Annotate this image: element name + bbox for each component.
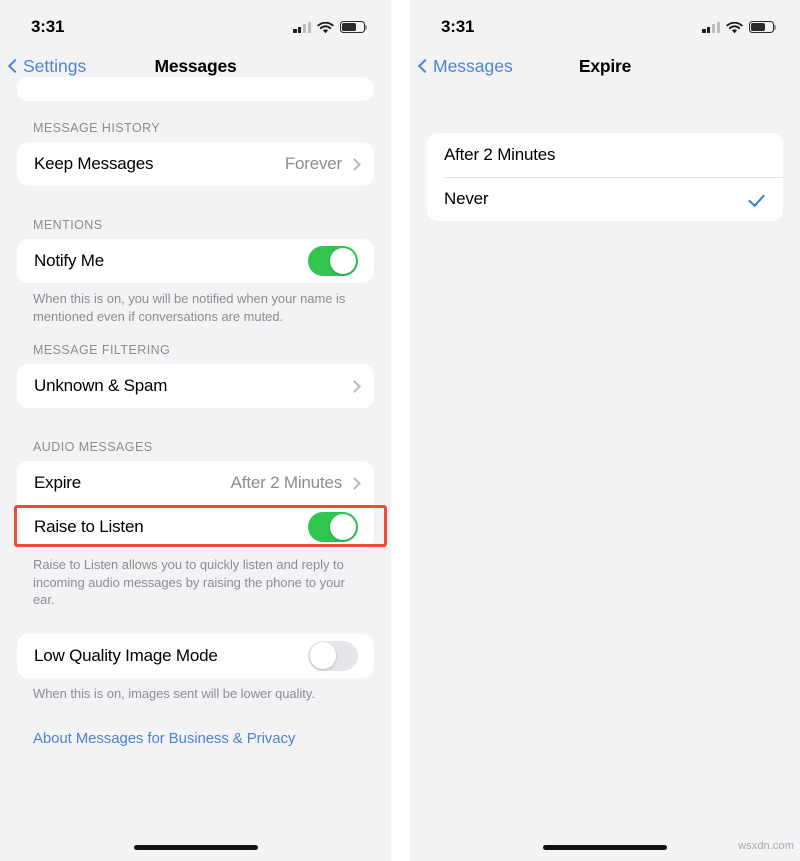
- settings-scroll-content[interactable]: MESSAGE HISTORY Keep Messages Forever ME…: [0, 77, 391, 861]
- row-label: Unknown & Spam: [34, 376, 168, 395]
- section-header-audio-messages: AUDIO MESSAGES: [33, 440, 153, 454]
- about-messages-for-business-link[interactable]: About Messages for Business & Privacy: [0, 730, 391, 747]
- card-expire-options: After 2 Minutes Never: [427, 133, 783, 221]
- row-notify-me[interactable]: Notify Me: [17, 239, 374, 283]
- status-icons: [702, 20, 777, 34]
- wifi-icon: [726, 21, 743, 34]
- card-message-filtering: Unknown & Spam: [17, 364, 374, 408]
- footnote-mentions: When this is on, you will be notified wh…: [33, 291, 346, 324]
- status-time: 3:31: [31, 17, 65, 36]
- clipped-card-above: [17, 77, 374, 101]
- card-audio-messages: Expire After 2 Minutes Raise to Listen: [17, 461, 374, 549]
- chevron-left-icon: [419, 58, 429, 75]
- card-message-history: Keep Messages Forever: [17, 142, 374, 186]
- battery-fill: [342, 23, 357, 31]
- row-label: Low Quality Image Mode: [34, 645, 218, 665]
- cellular-bars-icon: [702, 21, 720, 33]
- row-unknown-and-spam[interactable]: Unknown & Spam: [17, 364, 374, 408]
- screen-divider: [391, 0, 410, 861]
- home-indicator-right: [543, 845, 667, 850]
- section-header-message-history: MESSAGE HISTORY: [33, 121, 161, 135]
- chevron-left-icon: [9, 58, 19, 75]
- cellular-bars-icon: [293, 21, 311, 33]
- row-label: Expire: [34, 473, 81, 492]
- row-value: Forever: [284, 154, 342, 173]
- right-phone-screen: 3:31 Messages Expire After 2 Minutes Nev…: [410, 0, 800, 861]
- card-image-quality: Low Quality Image Mode: [17, 633, 374, 678]
- back-button-label: Settings: [23, 56, 87, 76]
- battery-icon: [749, 20, 777, 34]
- toggle-notify-me[interactable]: [308, 246, 358, 276]
- back-button-settings[interactable]: Settings: [0, 56, 86, 77]
- toggle-knob: [309, 642, 337, 669]
- battery-icon: [340, 20, 368, 34]
- checkmark-icon: [749, 191, 765, 207]
- option-label: After 2 Minutes: [444, 145, 556, 164]
- wifi-icon: [317, 21, 334, 34]
- option-label: Never: [444, 189, 489, 208]
- status-bar-left: 3:31: [0, 0, 391, 44]
- section-header-message-filtering: MESSAGE FILTERING: [33, 343, 171, 357]
- row-low-quality-image-mode[interactable]: Low Quality Image Mode: [17, 634, 374, 678]
- section-header-mentions: MENTIONS: [33, 218, 103, 232]
- toggle-low-quality-image-mode[interactable]: [308, 640, 358, 671]
- chevron-right-icon: [350, 380, 358, 393]
- footnote-audio-messages: Raise to Listen allows you to quickly li…: [33, 557, 345, 607]
- home-indicator-left: [133, 845, 258, 850]
- back-button-messages[interactable]: Messages: [410, 56, 513, 77]
- row-label: Raise to Listen: [34, 517, 144, 536]
- option-never[interactable]: Never: [427, 177, 783, 221]
- chevron-right-icon: [350, 158, 358, 171]
- status-bar-right: 3:31: [410, 0, 800, 44]
- status-icons: [293, 20, 368, 34]
- card-mentions: Notify Me: [17, 239, 374, 283]
- watermark: wsxdn.com: [738, 840, 794, 852]
- row-value: After 2 Minutes: [230, 473, 343, 492]
- row-keep-messages[interactable]: Keep Messages Forever: [17, 142, 374, 186]
- toggle-knob: [329, 247, 357, 275]
- row-label: Notify Me: [34, 251, 104, 270]
- back-button-label: Messages: [433, 56, 513, 76]
- dual-screenshot-container: 3:31 Settings Messages MESSAGE HISTORY K…: [0, 0, 800, 861]
- left-phone-screen: 3:31 Settings Messages MESSAGE HISTORY K…: [0, 0, 391, 861]
- row-expire[interactable]: Expire After 2 Minutes: [17, 461, 374, 505]
- row-label: Keep Messages: [34, 154, 154, 173]
- battery-fill: [751, 23, 766, 31]
- option-after-2-minutes[interactable]: After 2 Minutes: [427, 133, 783, 177]
- chevron-right-icon: [350, 477, 358, 490]
- expire-options-content: After 2 Minutes Never: [410, 89, 800, 861]
- status-time: 3:31: [441, 17, 475, 36]
- row-raise-to-listen[interactable]: Raise to Listen: [17, 505, 374, 549]
- toggle-knob: [329, 513, 357, 541]
- nav-bar-right: Messages Expire: [410, 44, 800, 89]
- footnote-image-quality: When this is on, images sent will be low…: [33, 685, 315, 701]
- toggle-raise-to-listen[interactable]: [308, 512, 358, 542]
